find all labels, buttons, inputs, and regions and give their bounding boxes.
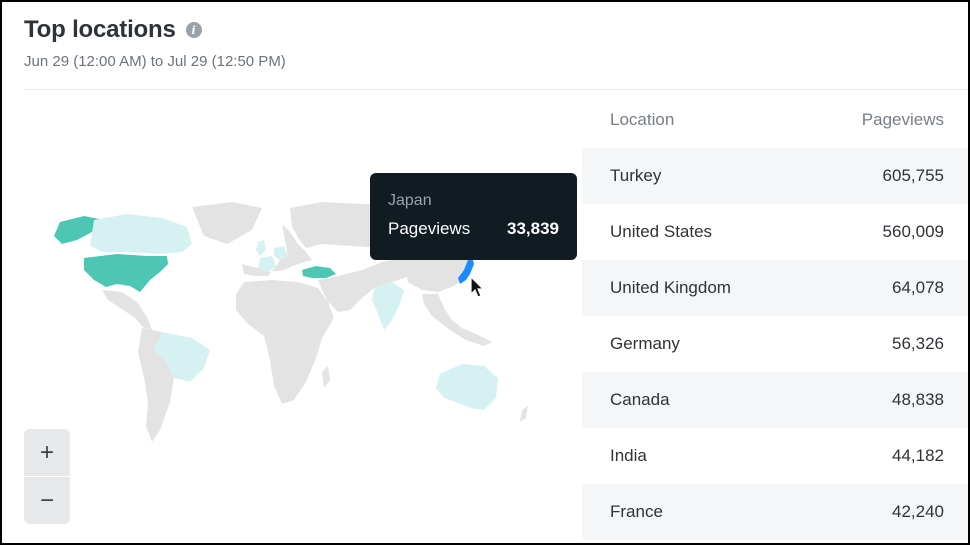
country-india[interactable]	[372, 282, 404, 330]
row-pageviews: 42,240	[892, 502, 944, 521]
table-row[interactable]: United Kingdom 64,078	[582, 260, 968, 316]
zoom-out-button[interactable]: −	[24, 477, 70, 524]
table-row[interactable]: Turkey 605,755	[582, 148, 968, 204]
row-location: Canada	[610, 390, 670, 409]
info-icon[interactable]: i	[185, 22, 202, 38]
table-header: Location Pageviews	[582, 92, 968, 148]
country-turkey[interactable]	[302, 266, 336, 278]
row-pageviews: 44,182	[892, 446, 944, 465]
row-location: Turkey	[610, 166, 662, 185]
top-locations-panel: Top locations i Jun 29 (12:00 AM) to Jul…	[0, 0, 970, 545]
map-tooltip: Japan Pageviews 33,839	[370, 173, 577, 260]
column-header-location[interactable]: Location	[610, 110, 674, 130]
row-pageviews: 48,838	[892, 390, 944, 409]
row-location: Germany	[610, 334, 680, 353]
tooltip-metric-label: Pageviews	[388, 219, 471, 238]
country-africa[interactable]	[236, 280, 334, 404]
table-row[interactable]: United States 560,009	[582, 204, 968, 260]
tooltip-metric-row: Pageviews 33,839	[388, 219, 559, 239]
zoom-controls: + −	[24, 429, 70, 524]
mouse-pointer-icon	[470, 276, 485, 298]
table-row[interactable]: Germany 56,326	[582, 316, 968, 372]
row-pageviews: 560,009	[882, 222, 944, 241]
column-header-pageviews[interactable]: Pageviews	[862, 110, 944, 130]
header-divider	[24, 89, 968, 90]
country-canada[interactable]	[90, 214, 192, 254]
panel-title: Top locations	[24, 16, 176, 43]
zoom-in-button[interactable]: +	[24, 429, 70, 476]
row-location: United Kingdom	[610, 278, 731, 297]
country-united-states[interactable]	[84, 254, 168, 292]
date-range: Jun 29 (12:00 AM) to Jul 29 (12:50 PM)	[24, 53, 286, 70]
row-pageviews: 64,078	[892, 278, 944, 297]
table-row[interactable]: India 44,182	[582, 428, 968, 484]
country-madagascar[interactable]	[322, 366, 330, 388]
tooltip-metric-value: 33,839	[507, 219, 559, 238]
row-pageviews: 56,326	[892, 334, 944, 353]
tooltip-country: Japan	[388, 192, 432, 209]
row-pageviews: 605,755	[882, 166, 944, 185]
country-mexico[interactable]	[102, 290, 152, 330]
locations-table: Location Pageviews Turkey 605,755 United…	[582, 92, 968, 540]
row-location: France	[610, 502, 663, 521]
country-new-zealand[interactable]	[520, 406, 528, 422]
panel-header: Top locations i	[24, 16, 202, 44]
country-australia[interactable]	[436, 364, 498, 410]
row-location: India	[610, 446, 647, 465]
country-united-kingdom[interactable]	[256, 240, 266, 256]
table-row[interactable]: France 42,240	[582, 484, 968, 540]
table-row[interactable]: Canada 48,838	[582, 372, 968, 428]
country-southeast-asia[interactable]	[422, 294, 492, 346]
row-location: United States	[610, 222, 713, 241]
